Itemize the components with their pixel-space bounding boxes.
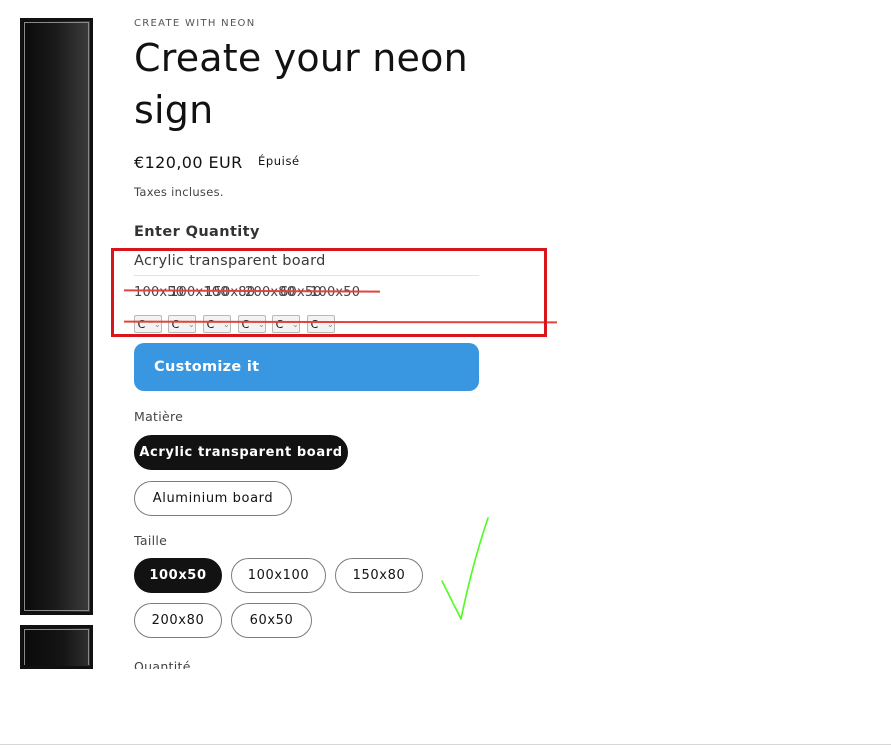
size-option-100x100[interactable]: 100x100 (231, 558, 326, 593)
sold-out-badge: Épuisé (258, 154, 300, 168)
screenshot-crop-area (0, 669, 891, 749)
size-option-100x50[interactable]: 100x50 (134, 558, 222, 593)
product-image-main[interactable] (20, 18, 93, 615)
size-label: Taille (134, 533, 168, 548)
tax-note: Taxes incluses. (134, 185, 224, 199)
material-option-acrylic[interactable]: Acrylic transparent board (134, 435, 348, 470)
annotation-checkmark-icon (441, 517, 489, 620)
enter-quantity-heading: Enter Quantity (134, 224, 260, 240)
size-option-150x80[interactable]: 150x80 (335, 558, 423, 593)
size-option-200x80[interactable]: 200x80 (134, 603, 222, 638)
bottom-divider (0, 744, 891, 745)
size-option-60x50[interactable]: 60x50 (231, 603, 312, 638)
material-label: Matière (134, 409, 184, 424)
product-price: €120,00 EUR (134, 153, 243, 172)
product-eyebrow: CREATE WITH NEON (134, 18, 256, 29)
material-option-aluminium[interactable]: Aluminium board (134, 481, 292, 516)
product-image-thumbnail[interactable] (20, 625, 93, 669)
product-title: Create your neon sign (134, 36, 468, 132)
customize-button[interactable]: Customize it (134, 343, 479, 391)
annotation-highlight-box (111, 248, 547, 337)
